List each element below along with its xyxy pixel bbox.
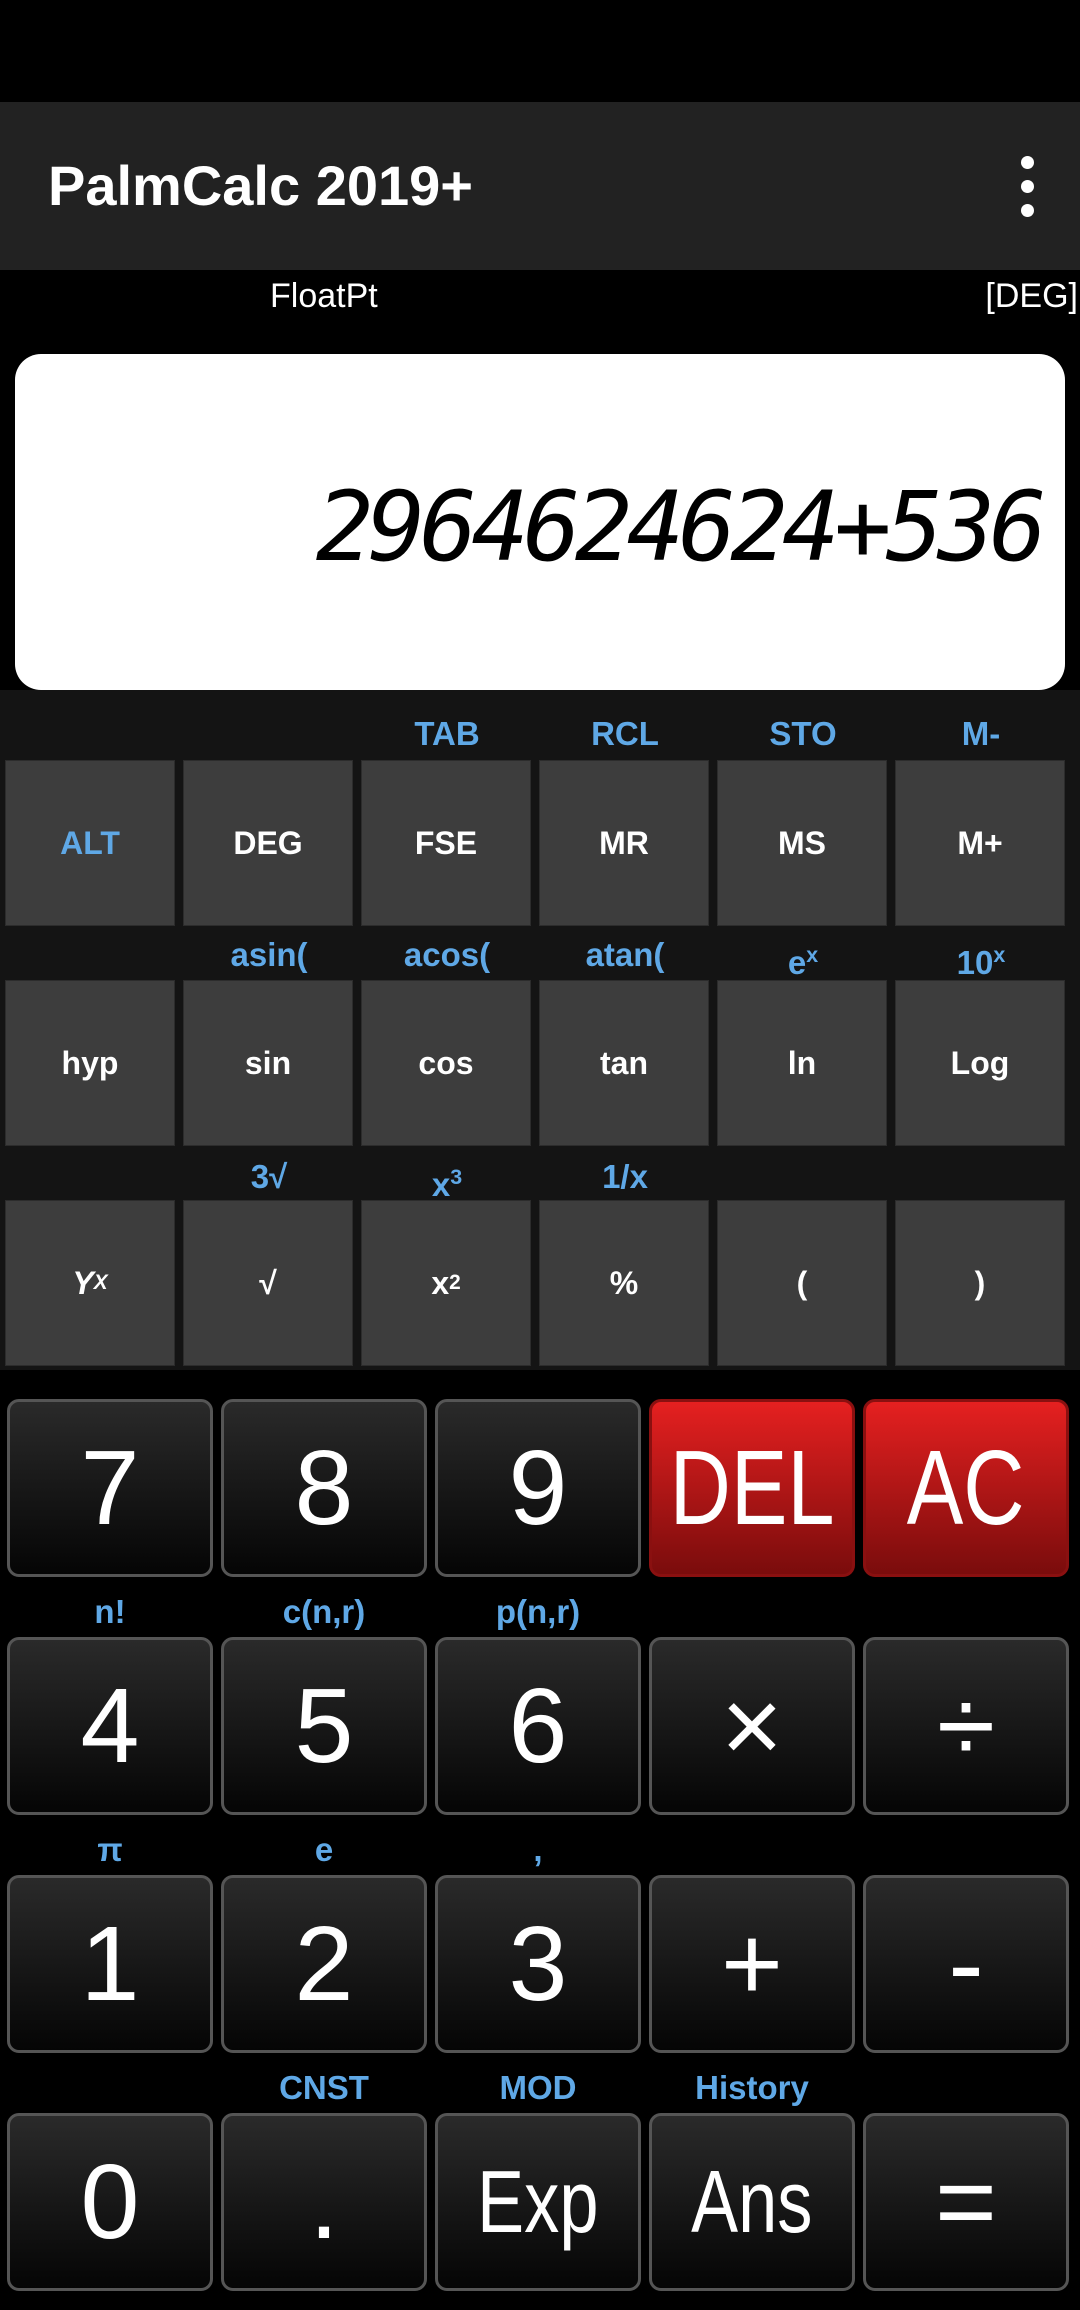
scientific-keys: TAB RCL STO M- ALT DEG FSE MR MS M+ asin… — [0, 690, 1080, 1370]
key-label-cube: x3 — [431, 1165, 463, 1203]
key-label-history: History — [695, 2069, 809, 2106]
key-label-cube-root: 3√ — [250, 1158, 288, 1195]
divide-button[interactable]: ÷ — [863, 1637, 1069, 1815]
app-title: PalmCalc 2019+ — [48, 154, 473, 217]
minus-button[interactable]: - — [863, 1875, 1069, 2053]
log-button[interactable]: Log — [895, 980, 1065, 1146]
digit-0-button[interactable]: 0 — [7, 2113, 213, 2291]
digit-5-button[interactable]: 5 — [221, 1637, 427, 1815]
hyp-button[interactable]: hyp — [5, 980, 175, 1146]
mode-line — [0, 270, 1080, 354]
more-options-icon[interactable] — [994, 136, 1060, 236]
digit-2-button[interactable]: 2 — [221, 1875, 427, 2053]
key-label-permutation: p(n,r) — [495, 1593, 581, 1630]
key-label-rcl: RCL — [591, 715, 659, 752]
m-plus-button[interactable]: M+ — [895, 760, 1065, 926]
close-paren-button[interactable]: ) — [895, 1200, 1065, 1366]
key-label-asin: asin( — [230, 936, 308, 973]
key-label-acos: acos( — [403, 936, 491, 973]
all-clear-button[interactable]: AC — [863, 1399, 1069, 1577]
multiply-button[interactable]: × — [649, 1637, 855, 1815]
key-label-pi: π — [97, 1831, 123, 1868]
open-paren-button[interactable]: ( — [717, 1200, 887, 1366]
power-button[interactable]: YX — [5, 1200, 175, 1366]
key-label-reciprocal: 1/x — [602, 1158, 648, 1195]
percent-button[interactable]: % — [539, 1200, 709, 1366]
digit-7-button[interactable]: 7 — [7, 1399, 213, 1577]
cos-button[interactable]: cos — [361, 980, 531, 1146]
plus-button[interactable]: + — [649, 1875, 855, 2053]
key-label-comma: , — [533, 1831, 543, 1868]
digit-8-button[interactable]: 8 — [221, 1399, 427, 1577]
decimal-point-button[interactable]: . — [221, 2113, 427, 2291]
display-value: 2964624624+536 — [315, 471, 1047, 583]
fse-button[interactable]: FSE — [361, 760, 531, 926]
ans-button[interactable]: Ans — [649, 2113, 855, 2291]
sin-button[interactable]: sin — [183, 980, 353, 1146]
number-format-indicator: FloatPt — [270, 277, 378, 315]
square-button[interactable]: x2 — [361, 1200, 531, 1366]
key-label-tab: TAB — [414, 715, 480, 752]
app-bar: PalmCalc 2019+ — [0, 102, 1080, 270]
key-label-euler: e — [314, 1831, 334, 1868]
equals-button[interactable]: = — [863, 2113, 1069, 2291]
digit-1-button[interactable]: 1 — [7, 1875, 213, 2053]
digit-6-button[interactable]: 6 — [435, 1637, 641, 1815]
lcd-display: 2964624624+536 — [15, 354, 1065, 690]
ms-button[interactable]: MS — [717, 760, 887, 926]
key-label-factorial: n! — [94, 1593, 126, 1630]
mr-button[interactable]: MR — [539, 760, 709, 926]
key-label-ten-pow: 10x — [956, 943, 1006, 981]
exp-button[interactable]: Exp — [435, 2113, 641, 2291]
digit-9-button[interactable]: 9 — [435, 1399, 641, 1577]
tan-button[interactable]: tan — [539, 980, 709, 1146]
key-label-combination: c(n,r) — [282, 1593, 366, 1630]
angle-mode-indicator: [DEG] — [985, 277, 1078, 315]
key-label-sto: STO — [769, 715, 837, 752]
alt-button[interactable]: ALT — [5, 760, 175, 926]
deg-button[interactable]: DEG — [183, 760, 353, 926]
key-label-m-minus: M- — [961, 715, 1001, 752]
key-label-constants: CNST — [279, 2069, 369, 2106]
key-label-exp-e: ex — [787, 943, 819, 981]
key-label-modulo: MOD — [499, 2069, 577, 2106]
key-label-atan: atan( — [585, 936, 665, 973]
status-bar — [0, 0, 1080, 102]
delete-button[interactable]: DEL — [649, 1399, 855, 1577]
ln-button[interactable]: ln — [717, 980, 887, 1146]
digit-3-button[interactable]: 3 — [435, 1875, 641, 2053]
digit-4-button[interactable]: 4 — [7, 1637, 213, 1815]
sqrt-button[interactable]: √ — [183, 1200, 353, 1366]
